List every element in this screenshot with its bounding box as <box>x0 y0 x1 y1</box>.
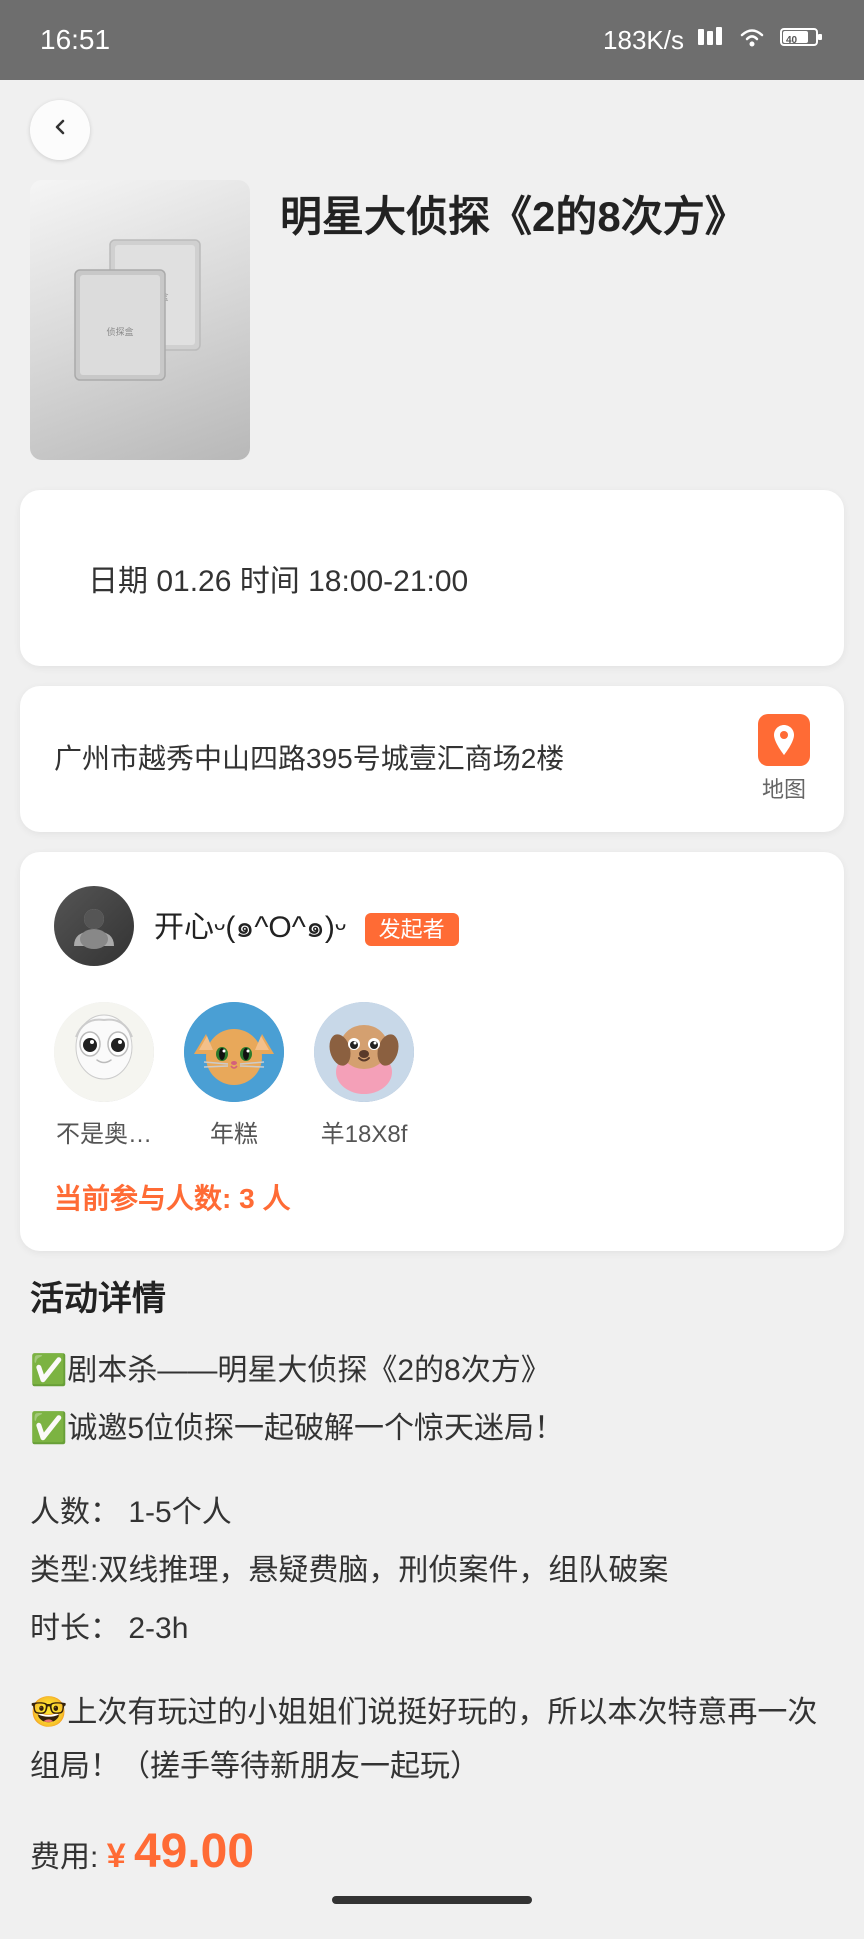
battery-icon: 40 <box>780 25 824 56</box>
member-item: 羊18X8f <box>314 1002 414 1149</box>
price-label: 费用: <box>30 1841 98 1874</box>
hero-title: 明星大侦探《2的8次方》 <box>280 180 834 265</box>
datetime-card: 日期 01.26 时间 18:00-21:00 <box>20 490 844 666</box>
detail-line-type: 类型:双线推理，悬疑费脑，刑侦案件，组队破案 <box>30 1544 834 1598</box>
status-right: 183K/s 40 <box>603 25 824 56</box>
section-title: 活动详情 <box>30 1271 834 1320</box>
member-name-2: 羊18X8f <box>321 1114 408 1149</box>
price-row: 费用: ¥ 49.00 <box>30 1824 834 1939</box>
svg-text:侦探盒: 侦探盒 <box>106 326 133 337</box>
organizer-row: 开心ᵕ(๑^O^๑)ᵕ 发起者 <box>54 886 810 966</box>
member-item: 不是奥… <box>54 1002 154 1149</box>
member-avatar-2 <box>314 1002 414 1102</box>
wifi-icon <box>736 25 768 56</box>
member-avatar-1 <box>184 1002 284 1102</box>
sim-icon <box>696 25 724 56</box>
participant-number: 3 <box>239 1183 255 1214</box>
map-label: 地图 <box>762 772 806 804</box>
back-button[interactable] <box>30 100 90 160</box>
organizer-name: 开心ᵕ(๑^O^๑)ᵕ <box>154 911 346 944</box>
detail-line-0: ✅剧本杀——明星大侦探《2的8次方》 <box>30 1344 834 1398</box>
event-title: 明星大侦探《2的8次方》 <box>280 190 834 245</box>
status-time: 16:51 <box>40 24 110 56</box>
detail-line-count: 人数： 1-5个人 <box>30 1486 834 1540</box>
map-icon <box>758 714 810 766</box>
organizer-avatar <box>54 886 134 966</box>
detail-line-note: 🤓上次有玩过的小姐姐们说挺好玩的，所以本次特意再一次组局！（搓手等待新朋友一起玩… <box>30 1686 834 1794</box>
participants-card: 开心ᵕ(๑^O^๑)ᵕ 发起者 <box>20 852 844 1251</box>
members-row: 不是奥… <box>54 1002 810 1149</box>
home-indicator <box>332 1896 532 1904</box>
detail-block-2: 人数： 1-5个人 类型:双线推理，悬疑费脑，刑侦案件，组队破案 时长： 2-3… <box>30 1486 834 1656</box>
location-card: 广州市越秀中山四路395号城壹汇商场2楼 地图 <box>20 686 844 832</box>
participant-count: 当前参与人数: 3 人 <box>54 1177 810 1217</box>
back-icon <box>48 114 72 146</box>
detail-line-1: ✅诚邀5位侦探一起破解一个惊天迷局！ <box>30 1402 834 1456</box>
status-bar: 16:51 183K/s 40 <box>0 0 864 80</box>
organizer-info: 开心ᵕ(๑^O^๑)ᵕ 发起者 <box>154 902 459 951</box>
header-area <box>0 80 864 180</box>
participant-count-label: 当前参与人数: <box>54 1183 231 1214</box>
details-section: 活动详情 ✅剧本杀——明星大侦探《2的8次方》 ✅诚邀5位侦探一起破解一个惊天迷… <box>0 1271 864 1939</box>
network-speed: 183K/s <box>603 25 684 56</box>
member-item: 年糕 <box>184 1002 284 1149</box>
price-currency: ¥ <box>107 1837 126 1875</box>
map-button[interactable]: 地图 <box>758 714 810 804</box>
detail-line-duration: 时长： 2-3h <box>30 1602 834 1656</box>
location-address: 广州市越秀中山四路395号城壹汇商场2楼 <box>54 738 758 780</box>
svg-text:40: 40 <box>786 35 798 46</box>
member-name-0: 不是奥… <box>56 1114 152 1149</box>
member-name-1: 年糕 <box>210 1114 258 1149</box>
hero-section: 侦探盒 侦探盒 明星大侦探《2的8次方》 <box>0 180 864 490</box>
participant-unit: 人 <box>262 1183 290 1214</box>
datetime-row: 日期 01.26 时间 18:00-21:00 <box>54 520 810 636</box>
initiator-tag: 发起者 <box>365 913 459 946</box>
price-value: 49.00 <box>134 1825 254 1878</box>
detail-block-1: ✅剧本杀——明星大侦探《2的8次方》 ✅诚邀5位侦探一起破解一个惊天迷局！ <box>30 1344 834 1456</box>
hero-image: 侦探盒 侦探盒 <box>30 180 250 460</box>
member-avatar-0 <box>54 1002 154 1102</box>
detail-block-3: 🤓上次有玩过的小姐姐们说挺好玩的，所以本次特意再一次组局！（搓手等待新朋友一起玩… <box>30 1686 834 1794</box>
